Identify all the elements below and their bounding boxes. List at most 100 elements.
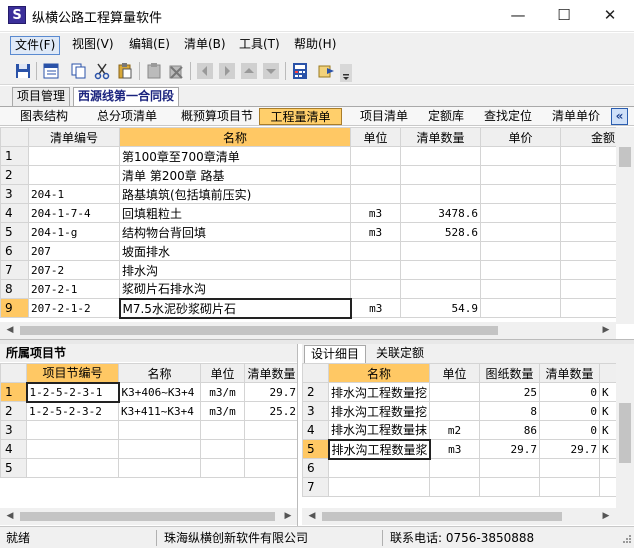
delete-icon[interactable]: [167, 62, 185, 80]
column-header-unit[interactable]: 单位: [200, 363, 245, 383]
cell-quantity[interactable]: [400, 260, 481, 280]
cell-name[interactable]: 排水沟: [119, 260, 351, 280]
cell-section-no[interactable]: [26, 420, 119, 440]
cell-unit[interactable]: m3: [429, 439, 480, 459]
list-icon[interactable]: [42, 62, 60, 80]
cell-unit[interactable]: [350, 279, 401, 299]
main-vertical-scrollbar[interactable]: [616, 127, 634, 324]
nav-left-icon[interactable]: [196, 62, 214, 80]
scroll-thumb[interactable]: [322, 512, 562, 521]
subnav-project-bill[interactable]: 项目清单: [356, 108, 412, 125]
subnav-quota-library[interactable]: 定额库: [424, 108, 464, 125]
scroll-left-icon[interactable]: ◀: [2, 322, 18, 338]
scroll-right-icon[interactable]: ▶: [598, 508, 614, 524]
cell-unit[interactable]: m3: [350, 222, 401, 242]
column-header-name[interactable]: 名称: [328, 363, 430, 383]
column-header-quantity[interactable]: 清单数量: [244, 363, 297, 383]
column-header-quantity[interactable]: 清单数量: [400, 127, 481, 147]
cell-bill-no[interactable]: 207: [28, 241, 120, 261]
column-header-section-no[interactable]: 项目节编号: [26, 363, 119, 383]
table-row[interactable]: 7: [302, 477, 623, 497]
cell-quantity[interactable]: [244, 420, 297, 440]
scroll-left-icon[interactable]: ◀: [304, 508, 320, 524]
cell-bill-qty[interactable]: [539, 477, 600, 497]
cell-name[interactable]: K3+406~K3+4: [118, 382, 201, 402]
cell-unit[interactable]: [429, 458, 480, 478]
tab-contract-section[interactable]: 西源线第一合同段: [73, 87, 180, 106]
table-row[interactable]: 3 排水沟工程数量挖 8 0 K: [302, 401, 623, 421]
cell-price[interactable]: [480, 146, 561, 166]
cell-drawing-qty[interactable]: 29.7: [479, 439, 540, 459]
cell-quantity[interactable]: [400, 165, 481, 185]
tab-related-quota[interactable]: 关联定额: [374, 345, 426, 363]
cell-unit[interactable]: [350, 241, 401, 261]
cell-quantity[interactable]: 3478.6: [400, 203, 481, 223]
cell-unit[interactable]: m2: [429, 420, 480, 440]
calc-icon[interactable]: [291, 62, 309, 80]
close-button[interactable]: ✕: [587, 0, 633, 32]
cell-unit[interactable]: [429, 382, 480, 402]
cell-bill-qty[interactable]: [539, 458, 600, 478]
cell-unit[interactable]: [429, 401, 480, 421]
menu-bill[interactable]: 清单(B): [180, 36, 230, 55]
left-horizontal-scrollbar[interactable]: ◀ ▶: [0, 508, 297, 525]
cell-drawing-qty[interactable]: 25: [479, 382, 540, 402]
cell-unit[interactable]: [350, 184, 401, 204]
cell-name[interactable]: [118, 439, 201, 459]
subnav-sub-item-list[interactable]: 总分项清单: [92, 108, 162, 125]
cell-bill-no[interactable]: [28, 146, 120, 166]
cell-price[interactable]: [480, 165, 561, 185]
cell-unit[interactable]: m3: [350, 203, 401, 223]
cell-name[interactable]: [118, 420, 201, 440]
menu-edit[interactable]: 编辑(E): [125, 36, 174, 55]
nav-down-icon[interactable]: [262, 62, 280, 80]
table-row[interactable]: 2 清单 第200章 路基: [0, 165, 634, 185]
scroll-thumb[interactable]: [619, 147, 631, 167]
cell-bill-qty[interactable]: 0: [539, 401, 600, 421]
menu-file[interactable]: 文件(F): [10, 36, 61, 55]
cell-price[interactable]: [480, 222, 561, 242]
cell-bill-qty[interactable]: 0: [539, 382, 600, 402]
table-row[interactable]: 3 204-1 路基填筑(包括填前压实): [0, 184, 634, 204]
cell-unit[interactable]: [200, 458, 245, 478]
right-horizontal-scrollbar[interactable]: ◀ ▶: [302, 508, 634, 525]
cell-unit[interactable]: [350, 165, 401, 185]
cell-name[interactable]: 排水沟工程数量挖: [328, 382, 430, 402]
cell-price[interactable]: [480, 203, 561, 223]
main-horizontal-scrollbar[interactable]: ◀ ▶: [0, 322, 616, 339]
menu-tools[interactable]: 工具(T): [235, 36, 284, 55]
cell-unit[interactable]: m3/m: [200, 401, 245, 421]
menu-help[interactable]: 帮助(H): [290, 36, 340, 55]
cell-bill-no[interactable]: 207-2-1: [28, 279, 120, 299]
table-row[interactable]: 6: [302, 458, 623, 478]
scroll-right-icon[interactable]: ▶: [598, 322, 614, 338]
table-row-selected[interactable]: 9 207-2-1-2 M7.5水泥砂浆砌片石 m3 54.9: [0, 297, 634, 319]
resize-grip-icon[interactable]: [620, 534, 632, 546]
column-header-name[interactable]: 名称: [118, 363, 201, 383]
cell-section-no[interactable]: [26, 458, 119, 478]
more-icon[interactable]: [340, 64, 352, 82]
nav-right-icon[interactable]: [218, 62, 236, 80]
cell-unit[interactable]: [350, 146, 401, 166]
table-row[interactable]: 4 排水沟工程数量抹 m2 86 0 K: [302, 420, 623, 440]
table-row[interactable]: 2 1-2-5-2-3-2 K3+411~K3+4 m3/m 25.2: [0, 401, 297, 421]
cell-price[interactable]: [480, 260, 561, 280]
cell-quantity[interactable]: 25.2: [244, 401, 297, 421]
save-icon[interactable]: [14, 62, 32, 80]
clipboard-icon[interactable]: [145, 62, 163, 80]
cell-name[interactable]: 排水沟工程数量挖: [328, 401, 430, 421]
column-header-bill-no[interactable]: 清单编号: [28, 127, 120, 147]
cell-name-active[interactable]: 排水沟工程数量浆: [327, 438, 431, 460]
cell-name[interactable]: 第100章至700章清单: [119, 146, 351, 166]
paste-icon[interactable]: [116, 62, 134, 80]
cell-price[interactable]: [480, 184, 561, 204]
cell-name[interactable]: 路基填筑(包括填前压实): [119, 184, 351, 204]
table-row[interactable]: 3: [0, 420, 297, 440]
subnav-find-locate[interactable]: 查找定位: [480, 108, 536, 125]
scroll-left-icon[interactable]: ◀: [2, 508, 18, 524]
table-row[interactable]: 4: [0, 439, 297, 459]
cell-quantity[interactable]: 54.9: [400, 298, 481, 318]
scroll-thumb[interactable]: [619, 403, 631, 463]
subnav-quantity-bill[interactable]: 工程量清单: [259, 108, 342, 125]
cell-section-no[interactable]: [26, 439, 119, 459]
